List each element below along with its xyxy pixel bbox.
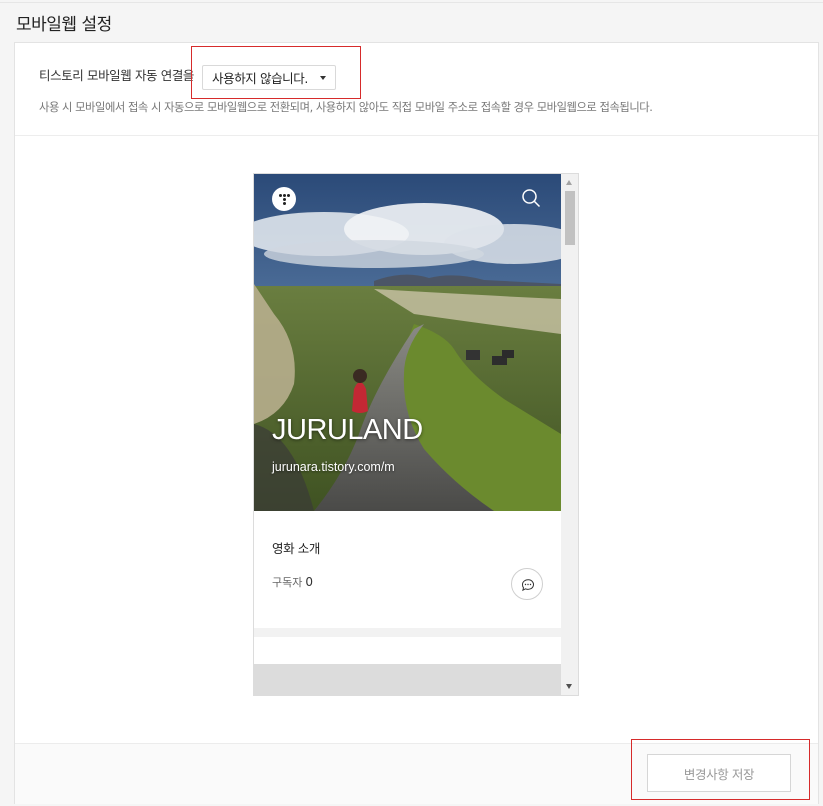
auto-connect-label: 티스토리 모바일웹 자동 연결을 — [39, 68, 195, 83]
tistory-logo-icon[interactable] — [272, 187, 296, 211]
comment-button[interactable] — [511, 568, 543, 600]
content-divider — [254, 628, 561, 637]
search-icon[interactable] — [521, 188, 541, 208]
auto-connect-setting: 티스토리 모바일웹 자동 연결을 사용하지 않습니다. — [39, 65, 336, 90]
section-divider — [15, 135, 818, 136]
settings-panel: 티스토리 모바일웹 자동 연결을 사용하지 않습니다. 사용 시 모바일에서 접… — [14, 42, 819, 804]
blog-url: jurunara.tistory.com/m — [272, 460, 395, 474]
highlight-box-save — [631, 739, 810, 800]
mobile-preview: JURULAND jurunara.tistory.com/m 영화 소개 구독… — [253, 173, 579, 696]
subscriber-label: 구독자 — [272, 576, 303, 589]
subscriber-count: 구독자 0 — [272, 574, 313, 590]
scroll-down-arrow-icon[interactable] — [566, 684, 572, 689]
highlight-box-select — [191, 46, 361, 99]
scroll-up-arrow-icon[interactable] — [566, 180, 572, 185]
setting-description: 사용 시 모바일에서 접속 시 자동으로 모바일웹으로 전환되며, 사용하지 않… — [39, 101, 653, 114]
preview-scrollbar[interactable] — [561, 174, 578, 695]
scroll-thumb[interactable] — [565, 191, 575, 245]
top-divider — [0, 2, 823, 3]
blog-title[interactable]: JURULAND — [272, 414, 423, 447]
speech-bubble-icon — [521, 579, 534, 592]
page-title: 모바일웹 설정 — [16, 15, 112, 35]
subscriber-number: 0 — [305, 575, 314, 589]
blog-cover-image: JURULAND jurunara.tistory.com/m — [254, 174, 561, 511]
content-placeholder — [254, 664, 561, 695]
category-title[interactable]: 영화 소개 — [272, 538, 320, 557]
